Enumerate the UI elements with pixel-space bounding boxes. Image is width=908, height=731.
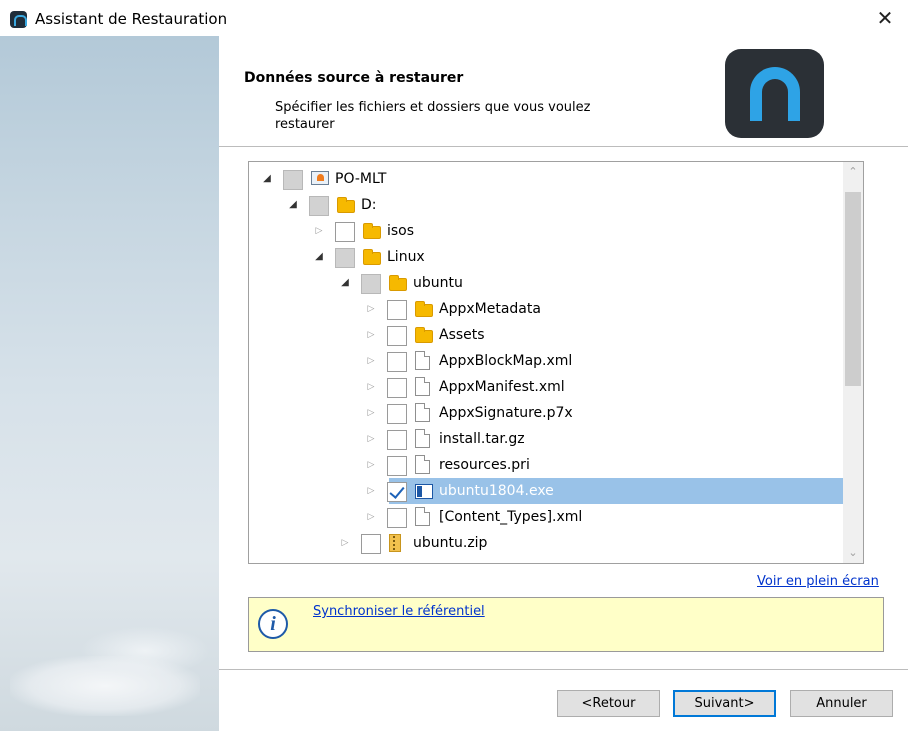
page-title: Données source à restaurer — [244, 70, 464, 86]
tree-item-label: ubuntu — [413, 275, 463, 291]
folder-icon — [337, 197, 355, 213]
tree-item-checkbox[interactable] — [361, 274, 381, 294]
folder-icon — [363, 223, 381, 239]
cancel-button[interactable]: Annuler — [790, 690, 893, 717]
expand-arrow-icon[interactable]: ▷ — [365, 354, 377, 368]
tree-item-checkbox[interactable] — [387, 482, 407, 502]
file-icon — [415, 351, 430, 370]
footer-divider — [219, 669, 908, 670]
file-icon — [415, 507, 430, 526]
scroll-thumb[interactable] — [845, 192, 861, 386]
tree-item[interactable]: ▷ Assets — [249, 322, 843, 348]
tree-item-label: AppxMetadata — [439, 301, 541, 317]
tree-item-checkbox[interactable] — [361, 534, 381, 554]
tree-item-label: install.tar.gz — [439, 431, 525, 447]
tree-item-checkbox[interactable] — [387, 404, 407, 424]
folder-icon — [389, 275, 407, 291]
tree-item-checkbox[interactable] — [387, 326, 407, 346]
tree-item-label: PO-MLT — [335, 171, 387, 187]
tree-item[interactable]: ◢ ubuntu — [249, 270, 843, 296]
tree-item-label: D: — [361, 197, 377, 213]
expand-arrow-icon[interactable]: ▷ — [313, 224, 325, 238]
tree-item-checkbox[interactable] — [335, 222, 355, 242]
tree-item[interactable]: ▷ AppxManifest.xml — [249, 374, 843, 400]
tree-item-checkbox[interactable] — [387, 456, 407, 476]
expand-arrow-icon[interactable]: ▷ — [365, 302, 377, 316]
tree-item-checkbox[interactable] — [283, 170, 303, 190]
expand-arrow-icon[interactable]: ▷ — [365, 380, 377, 394]
tree-item[interactable]: ▷ resources.pri — [249, 452, 843, 478]
file-icon — [415, 403, 430, 422]
tree-item-label: resources.pri — [439, 457, 530, 473]
zip-icon — [389, 534, 401, 552]
tree-item[interactable]: ▷ AppxMetadata — [249, 296, 843, 322]
collapse-arrow-icon[interactable]: ◢ — [261, 172, 273, 186]
collapse-arrow-icon[interactable]: ◢ — [287, 198, 299, 212]
folder-icon — [415, 301, 433, 317]
tree-item-label: ubuntu1804.exe — [439, 483, 554, 499]
app-icon — [10, 11, 27, 28]
expand-arrow-icon[interactable]: ▷ — [365, 406, 377, 420]
cloud-decoration — [10, 656, 200, 716]
expand-arrow-icon[interactable]: ▷ — [365, 510, 377, 524]
tree-item[interactable]: ▷ ubuntu.zip — [249, 530, 843, 556]
tree-item[interactable]: ▷ AppxBlockMap.xml — [249, 348, 843, 374]
collapse-arrow-icon[interactable]: ◢ — [313, 250, 325, 264]
tree-item-label: isos — [387, 223, 415, 239]
exe-icon — [415, 484, 433, 499]
tree-item[interactable]: ▷ ubuntu1804.exe — [249, 478, 843, 504]
tree-item-label: Linux — [387, 249, 425, 265]
back-button[interactable]: <Retour — [557, 690, 660, 717]
close-button[interactable]: ✕ — [862, 0, 908, 36]
tree-scrollbar[interactable]: ⌃ ⌄ — [843, 162, 863, 563]
info-box: i Synchroniser le référentiel — [248, 597, 884, 652]
tree-item-label: AppxBlockMap.xml — [439, 353, 573, 369]
next-button[interactable]: Suivant> — [673, 690, 776, 717]
file-icon — [415, 377, 430, 396]
expand-arrow-icon[interactable]: ▷ — [365, 328, 377, 342]
file-icon — [415, 429, 430, 448]
tree-item[interactable]: ◢ Linux — [249, 244, 843, 270]
tree-item[interactable]: ▷ install.tar.gz — [249, 426, 843, 452]
folder-icon — [415, 327, 433, 343]
tree-item-label: [Content_Types].xml — [439, 509, 583, 525]
tree-item-label: AppxManifest.xml — [439, 379, 565, 395]
expand-arrow-icon[interactable]: ▷ — [365, 484, 377, 498]
tree-item[interactable]: ▷ isos — [249, 218, 843, 244]
scroll-down-icon[interactable]: ⌄ — [843, 543, 863, 563]
info-icon: i — [258, 609, 288, 639]
tree-item-label: ubuntu.zip — [413, 535, 488, 551]
collapse-arrow-icon[interactable]: ◢ — [339, 276, 351, 290]
tree-item-label: AppxSignature.p7x — [439, 405, 573, 421]
tree-item-label: Assets — [439, 327, 485, 343]
tree-item[interactable]: ▷ [Content_Types].xml — [249, 504, 843, 530]
tree-item-checkbox[interactable] — [335, 248, 355, 268]
tree-item-checkbox[interactable] — [387, 378, 407, 398]
folder-icon — [363, 249, 381, 265]
tree-item-checkbox[interactable] — [387, 508, 407, 528]
tree-item-checkbox[interactable] — [387, 300, 407, 320]
fullscreen-link[interactable]: Voir en plein écran — [757, 574, 879, 589]
sync-repository-link[interactable]: Synchroniser le référentiel — [313, 604, 485, 619]
tree-item-checkbox[interactable] — [309, 196, 329, 216]
sky-banner-image — [0, 36, 219, 731]
header-divider — [219, 146, 908, 147]
tree-item-checkbox[interactable] — [387, 352, 407, 372]
page-subtitle: Spécifier les fichiers et dossiers que v… — [275, 100, 591, 132]
tree-item-checkbox[interactable] — [387, 430, 407, 450]
tree-item[interactable]: ◢ PO-MLT — [249, 166, 843, 192]
computer-icon — [311, 171, 329, 185]
file-icon — [415, 455, 430, 474]
expand-arrow-icon[interactable]: ▷ — [365, 458, 377, 472]
window-title: Assistant de Restauration — [35, 10, 228, 28]
tree-item[interactable]: ◢ D: — [249, 192, 843, 218]
title-bar: Assistant de Restauration ✕ — [0, 0, 908, 36]
brand-logo-icon — [725, 49, 824, 138]
expand-arrow-icon[interactable]: ▷ — [339, 536, 351, 550]
scroll-up-icon[interactable]: ⌃ — [843, 162, 863, 182]
tree-item[interactable]: ▷ AppxSignature.p7x — [249, 400, 843, 426]
file-tree[interactable]: ◢ PO-MLT ◢ D: ▷ isos ◢ Linux ◢ ubuntu ▷ AppxMetadat… — [248, 161, 864, 564]
expand-arrow-icon[interactable]: ▷ — [365, 432, 377, 446]
